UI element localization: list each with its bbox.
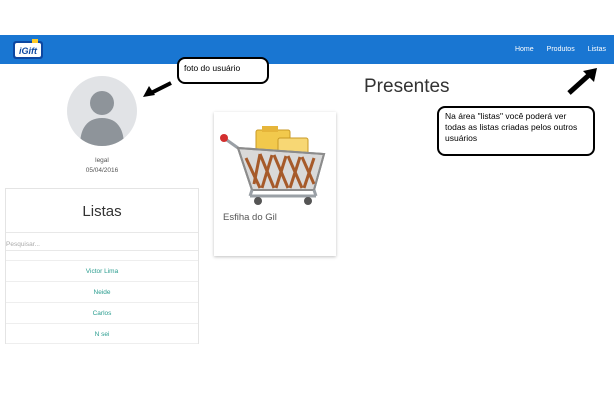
page-title: Presentes bbox=[364, 76, 450, 97]
nav-links: Home Produtos Listas bbox=[515, 35, 606, 64]
list-item-victor-lima[interactable]: Victor Lima bbox=[6, 260, 198, 281]
product-name: Esfiha do Gil bbox=[223, 212, 277, 223]
lists-title: Listas bbox=[82, 203, 122, 220]
list-item-n-sei[interactable]: N sei bbox=[6, 323, 198, 344]
svg-text:iGift: iGift bbox=[19, 46, 38, 56]
shopping-cart-icon bbox=[220, 126, 326, 205]
list-item-neide[interactable]: Neide bbox=[6, 281, 198, 302]
profile-username: legal bbox=[95, 157, 109, 164]
lists-search-row bbox=[6, 232, 198, 253]
user-avatar[interactable] bbox=[67, 76, 137, 146]
user-silhouette-icon bbox=[80, 91, 124, 146]
profile-date: 05/04/2016 bbox=[85, 167, 119, 174]
list-item-carlos[interactable]: Carlos bbox=[6, 302, 198, 323]
lists-panel: Listas Victor Lima Neide Carlos N sei bbox=[5, 188, 199, 344]
nav-produtos-link[interactable]: Produtos bbox=[547, 46, 575, 53]
arrow-up-right-icon bbox=[567, 68, 597, 95]
navbar: iGift Home Produtos Listas bbox=[0, 35, 614, 64]
photo-callout: foto do usuário bbox=[177, 57, 269, 84]
lists-search-input[interactable] bbox=[6, 236, 198, 253]
arrow-left-icon bbox=[143, 81, 172, 97]
nav-home-link[interactable]: Home bbox=[515, 46, 534, 53]
product-card[interactable]: Esfiha do Gil bbox=[214, 112, 336, 256]
lists-items: Victor Lima Neide Carlos N sei bbox=[6, 260, 198, 344]
nav-listas-link[interactable]: Listas bbox=[588, 46, 606, 53]
lists-callout: Na área "listas" você poderá ver todas a… bbox=[437, 106, 595, 156]
igift-logo[interactable]: iGift bbox=[12, 39, 44, 61]
